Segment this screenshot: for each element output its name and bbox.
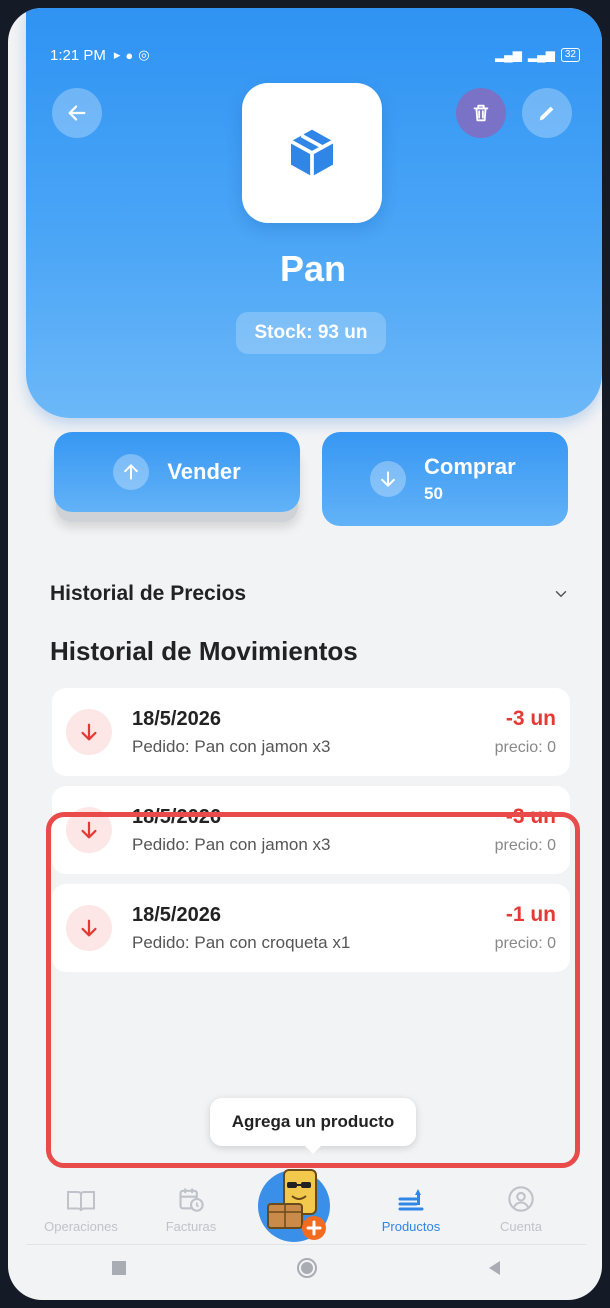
info-icon: ● bbox=[125, 47, 134, 63]
user-circle-icon bbox=[508, 1186, 534, 1212]
movement-price: precio: 0 bbox=[494, 739, 556, 756]
add-product-fab[interactable] bbox=[246, 1168, 356, 1242]
stock-badge: Stock: 93 un bbox=[236, 312, 386, 354]
delete-button[interactable] bbox=[456, 88, 506, 138]
movement-item[interactable]: 18/5/2026 Pedido: Pan con jamon x3 -3 un… bbox=[52, 786, 570, 874]
calendar-clock-icon bbox=[179, 1188, 204, 1212]
sell-label: Vender bbox=[167, 459, 241, 484]
movement-description: Pedido: Pan con jamon x3 bbox=[132, 736, 331, 756]
buy-label: Comprar bbox=[424, 454, 516, 479]
arrow-down-icon bbox=[66, 807, 112, 853]
movement-item[interactable]: 18/5/2026 Pedido: Pan con croqueta x1 -1… bbox=[52, 884, 570, 972]
recents-icon[interactable] bbox=[111, 1260, 126, 1275]
back-triangle-icon[interactable] bbox=[489, 1260, 501, 1275]
nav-label: Cuenta bbox=[500, 1219, 542, 1234]
movement-date: 18/5/2026 bbox=[132, 707, 221, 730]
nav-facturas[interactable]: Facturas bbox=[136, 1185, 246, 1238]
nav-operaciones[interactable]: Operaciones bbox=[26, 1189, 136, 1238]
movement-quantity: -3 un bbox=[505, 707, 556, 730]
product-image bbox=[242, 83, 382, 223]
back-button[interactable] bbox=[52, 88, 102, 138]
movement-description: Pedido: Pan con croqueta x1 bbox=[132, 932, 351, 952]
home-icon[interactable] bbox=[297, 1257, 318, 1278]
status-icons: ▸ ● ◎ bbox=[114, 47, 150, 63]
system-navigation-bar bbox=[26, 1244, 586, 1290]
phone-screen: 1:21 PM ▸ ● ◎ ▂▄▆ ▂▄▆ 32 Pan Stock: 93 u… bbox=[8, 8, 602, 1300]
movement-values: -3 un precio: 0 bbox=[495, 805, 556, 855]
movement-date: 18/5/2026 bbox=[132, 903, 221, 926]
buy-text: Comprar 50 bbox=[424, 454, 516, 504]
nav-label: Operaciones bbox=[44, 1219, 118, 1234]
buy-button[interactable]: Comprar 50 bbox=[322, 432, 568, 526]
price-history-title: Historial de Precios bbox=[50, 582, 247, 605]
play-icon: ▸ bbox=[113, 47, 121, 62]
movement-description: Pedido: Pan con jamon x3 bbox=[132, 834, 331, 854]
movement-date: 18/5/2026 bbox=[132, 805, 221, 828]
pencil-icon bbox=[539, 106, 554, 121]
movement-info: 18/5/2026 Pedido: Pan con jamon x3 bbox=[132, 806, 495, 855]
movement-info: 18/5/2026 Pedido: Pan con croqueta x1 bbox=[132, 904, 495, 953]
arrow-down-icon bbox=[370, 461, 406, 497]
status-bar: 1:21 PM ▸ ● ◎ ▂▄▆ ▂▄▆ 32 bbox=[50, 44, 580, 66]
movement-price: precio: 0 bbox=[494, 837, 556, 854]
nav-cuenta[interactable]: Cuenta bbox=[466, 1185, 576, 1238]
edit-button[interactable] bbox=[522, 88, 572, 138]
movement-item[interactable]: 18/5/2026 Pedido: Pan con jamon x3 -3 un… bbox=[52, 688, 570, 776]
bottom-navigation: Operaciones Facturas Productos Cuenta bbox=[26, 1168, 576, 1242]
nav-productos[interactable]: Productos bbox=[356, 1185, 466, 1238]
sell-button[interactable]: Vender bbox=[54, 432, 300, 512]
movements-title: Historial de Movimientos bbox=[50, 636, 358, 666]
nav-label: Facturas bbox=[165, 1219, 217, 1234]
status-right: ▂▄▆ ▂▄▆ 32 bbox=[495, 48, 580, 62]
mascot-box-icon bbox=[258, 1169, 330, 1242]
nav-label: Productos bbox=[381, 1219, 441, 1234]
signal-icon: ▂▄▆ bbox=[494, 48, 522, 62]
chevron-down-icon bbox=[555, 591, 567, 598]
notification-icon: ◎ bbox=[138, 47, 150, 62]
box-icon bbox=[290, 129, 334, 177]
trash-icon bbox=[473, 104, 489, 122]
movement-values: -3 un precio: 0 bbox=[495, 707, 556, 757]
arrow-down-icon bbox=[66, 709, 112, 755]
buy-count: 50 bbox=[424, 484, 443, 503]
movement-values: -1 un precio: 0 bbox=[495, 903, 556, 953]
movement-quantity: -1 un bbox=[505, 903, 556, 926]
book-icon bbox=[67, 1191, 95, 1212]
product-name: Pan bbox=[279, 248, 347, 289]
movement-quantity: -3 un bbox=[505, 805, 556, 828]
signal-icon-2: ▂▄▆ bbox=[527, 48, 555, 62]
movement-price: precio: 0 bbox=[494, 935, 556, 952]
arrow-down-icon bbox=[66, 905, 112, 951]
price-history-toggle[interactable]: Historial de Precios bbox=[50, 576, 570, 612]
add-product-tooltip: Agrega un producto bbox=[210, 1098, 416, 1154]
movement-info: 18/5/2026 Pedido: Pan con jamon x3 bbox=[132, 708, 495, 757]
battery-icon: 32 bbox=[560, 48, 580, 62]
status-time: 1:21 PM bbox=[50, 46, 106, 64]
arrow-up-icon bbox=[113, 454, 150, 490]
arrow-left-icon bbox=[68, 105, 86, 121]
products-icon bbox=[398, 1189, 424, 1211]
